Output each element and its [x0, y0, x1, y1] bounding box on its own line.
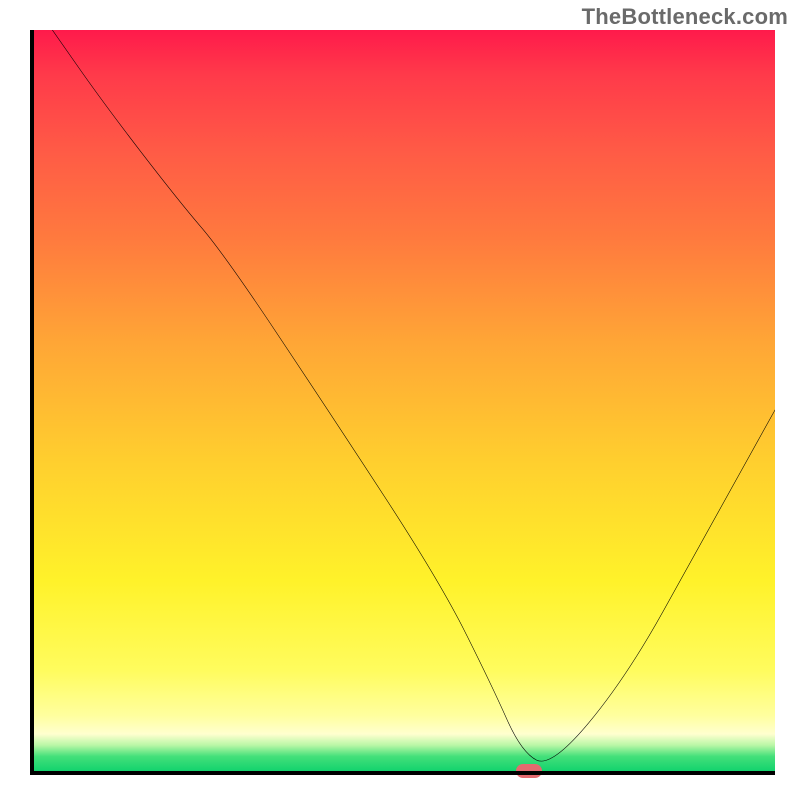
chart-frame: TheBottleneck.com [0, 0, 800, 800]
plot-area [30, 30, 775, 775]
attribution-label: TheBottleneck.com [582, 4, 788, 30]
optimal-point-marker [516, 764, 542, 778]
bottleneck-curve [30, 30, 775, 775]
